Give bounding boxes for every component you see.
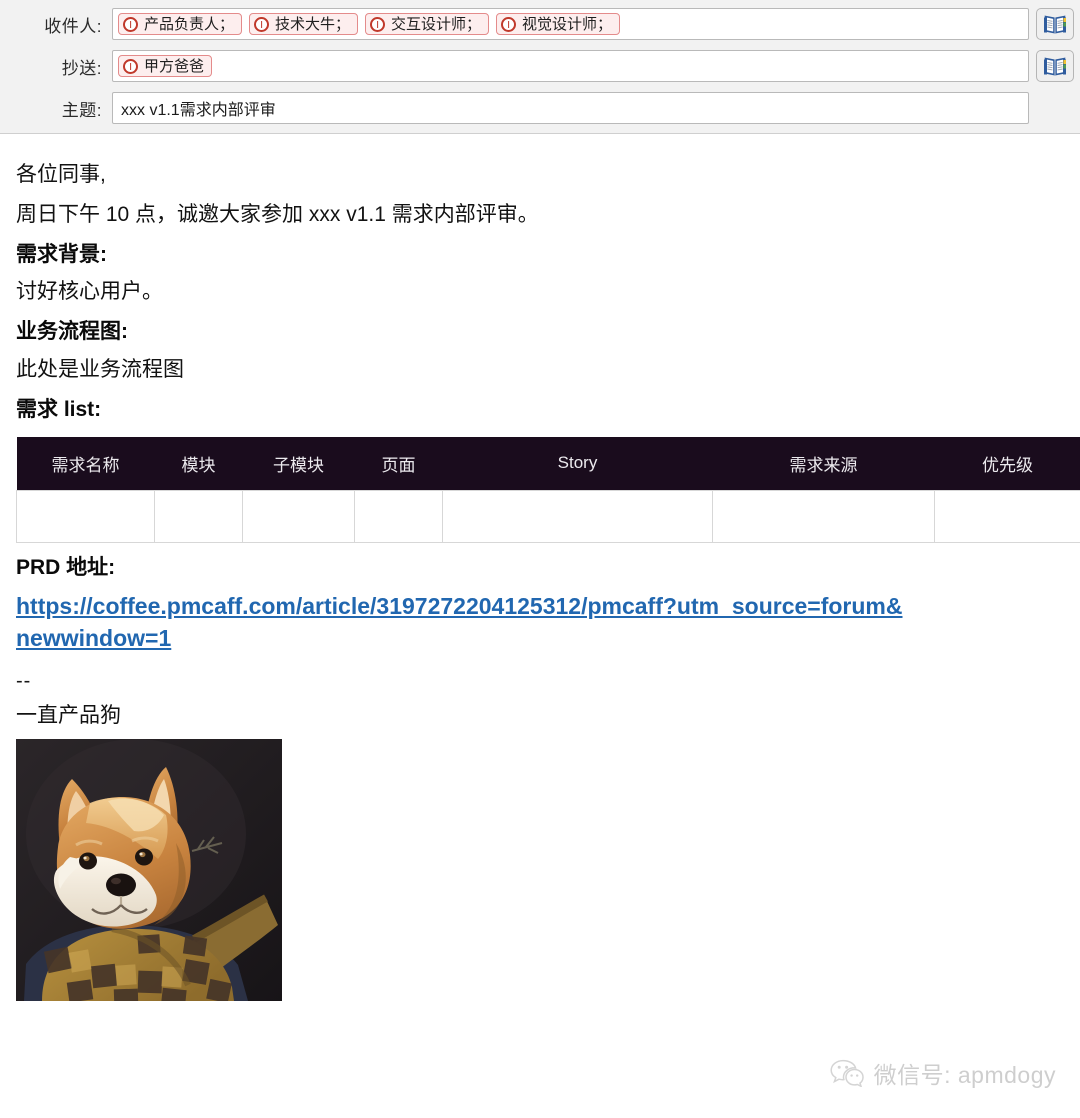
to-label: 收件人: — [44, 16, 102, 36]
recipient-chip[interactable]: 技术大牛； — [249, 13, 359, 35]
to-address-book-button[interactable] — [1036, 8, 1074, 40]
table-cell[interactable] — [712, 490, 935, 544]
recipient-chip[interactable]: 产品负责人； — [118, 13, 243, 35]
table-column-header: 优先级 — [934, 436, 1080, 491]
cc-label: 抄送: — [61, 58, 102, 78]
table-cell[interactable] — [16, 490, 155, 544]
recipient-chip[interactable]: 交互设计师； — [365, 13, 490, 35]
wechat-icon — [830, 1059, 864, 1087]
recipient-chip-label: 交互设计师； — [391, 15, 482, 33]
subject-input[interactable]: xxx v1.1需求内部评审 — [112, 92, 1029, 124]
address-book-icon — [1044, 57, 1066, 76]
cc-address-book-button[interactable] — [1036, 50, 1074, 82]
table-cell[interactable] — [154, 490, 243, 544]
subject-label: 主题: — [61, 100, 102, 120]
field-row-subject: 主题: xxx v1.1需求内部评审 — [0, 90, 1080, 126]
text-business-flowchart: 此处是业务流程图 — [16, 358, 184, 382]
signature-separator: -- — [16, 670, 32, 693]
recipient-chip-label: 视觉设计师； — [522, 15, 613, 33]
subject-value: xxx v1.1需求内部评审 — [121, 102, 276, 119]
table-column-header: 模块 — [154, 436, 243, 491]
table-cell[interactable] — [242, 490, 355, 544]
cc-input[interactable]: 甲方爸爸 — [112, 50, 1029, 82]
body-intro: 周日下午 10 点，诚邀大家参加 xxx v1.1 需求内部评审。 — [16, 202, 539, 226]
error-circle-icon — [370, 16, 386, 32]
field-row-cc: 抄送: 甲方爸爸 — [0, 48, 1080, 84]
recipient-chip[interactable]: 视觉设计师； — [496, 13, 621, 35]
heading-prd-address: PRD 地址: — [16, 556, 116, 580]
table-cell[interactable] — [354, 490, 443, 544]
text-requirement-background: 讨好核心用户。 — [16, 280, 163, 304]
body-greeting: 各位同事, — [16, 163, 106, 186]
recipient-chip-label: 甲方爸爸 — [144, 57, 205, 75]
compose-header: 收件人: 产品负责人； 技术大牛； 交互设计师； 视觉设计师； 抄送: 甲方爸爸… — [0, 0, 1080, 134]
error-circle-icon — [123, 16, 138, 32]
watermark-text: 微信号: apmdogy — [873, 1062, 1056, 1088]
table-column-header: Story — [442, 436, 713, 491]
address-book-icon — [1044, 15, 1066, 34]
dog-image-svg — [16, 739, 282, 1002]
recipient-chip[interactable]: 甲方爸爸 — [118, 55, 213, 77]
table-column-header: 子模块 — [242, 436, 355, 491]
table-column-header: 页面 — [354, 436, 443, 491]
requirement-table: 需求名称 模块 子模块 页面 Story 需求来源 优先级 — [16, 436, 1080, 544]
field-row-to: 收件人: 产品负责人； 技术大牛； 交互设计师； 视觉设计师； — [0, 6, 1080, 42]
table-cell[interactable] — [442, 490, 713, 544]
table-column-header: 需求来源 — [712, 436, 935, 491]
error-circle-icon — [123, 58, 138, 74]
to-input[interactable]: 产品负责人； 技术大牛； 交互设计师； 视觉设计师； — [112, 8, 1029, 40]
table-row — [16, 490, 1080, 544]
recipient-chip-label: 产品负责人； — [144, 15, 235, 33]
email-compose-page: 收件人: 产品负责人； 技术大牛； 交互设计师； 视觉设计师； 抄送: 甲方爸爸… — [0, 0, 1080, 1118]
signature-name: 一直产品狗 — [16, 704, 121, 728]
table-header-row: 需求名称 模块 子模块 页面 Story 需求来源 优先级 — [16, 436, 1080, 491]
heading-requirement-background: 需求背景: — [16, 242, 107, 266]
heading-requirement-list: 需求 list: — [16, 397, 102, 421]
mail-body: 各位同事, 周日下午 10 点，诚邀大家参加 xxx v1.1 需求内部评审。 … — [0, 134, 1080, 1002]
wechat-watermark: 微信号: apmdogy — [830, 1056, 1056, 1090]
error-circle-icon — [501, 16, 517, 32]
table-column-header: 需求名称 — [16, 436, 155, 491]
recipient-chip-label: 技术大牛； — [275, 15, 351, 33]
shiba-inu-dog-illustration — [16, 739, 282, 1002]
prd-url-link[interactable]: https://coffee.pmcaff.com/article/319727… — [16, 591, 906, 654]
error-circle-icon — [254, 16, 270, 32]
table-cell[interactable] — [934, 490, 1080, 544]
heading-business-flowchart: 业务流程图: — [16, 320, 128, 344]
